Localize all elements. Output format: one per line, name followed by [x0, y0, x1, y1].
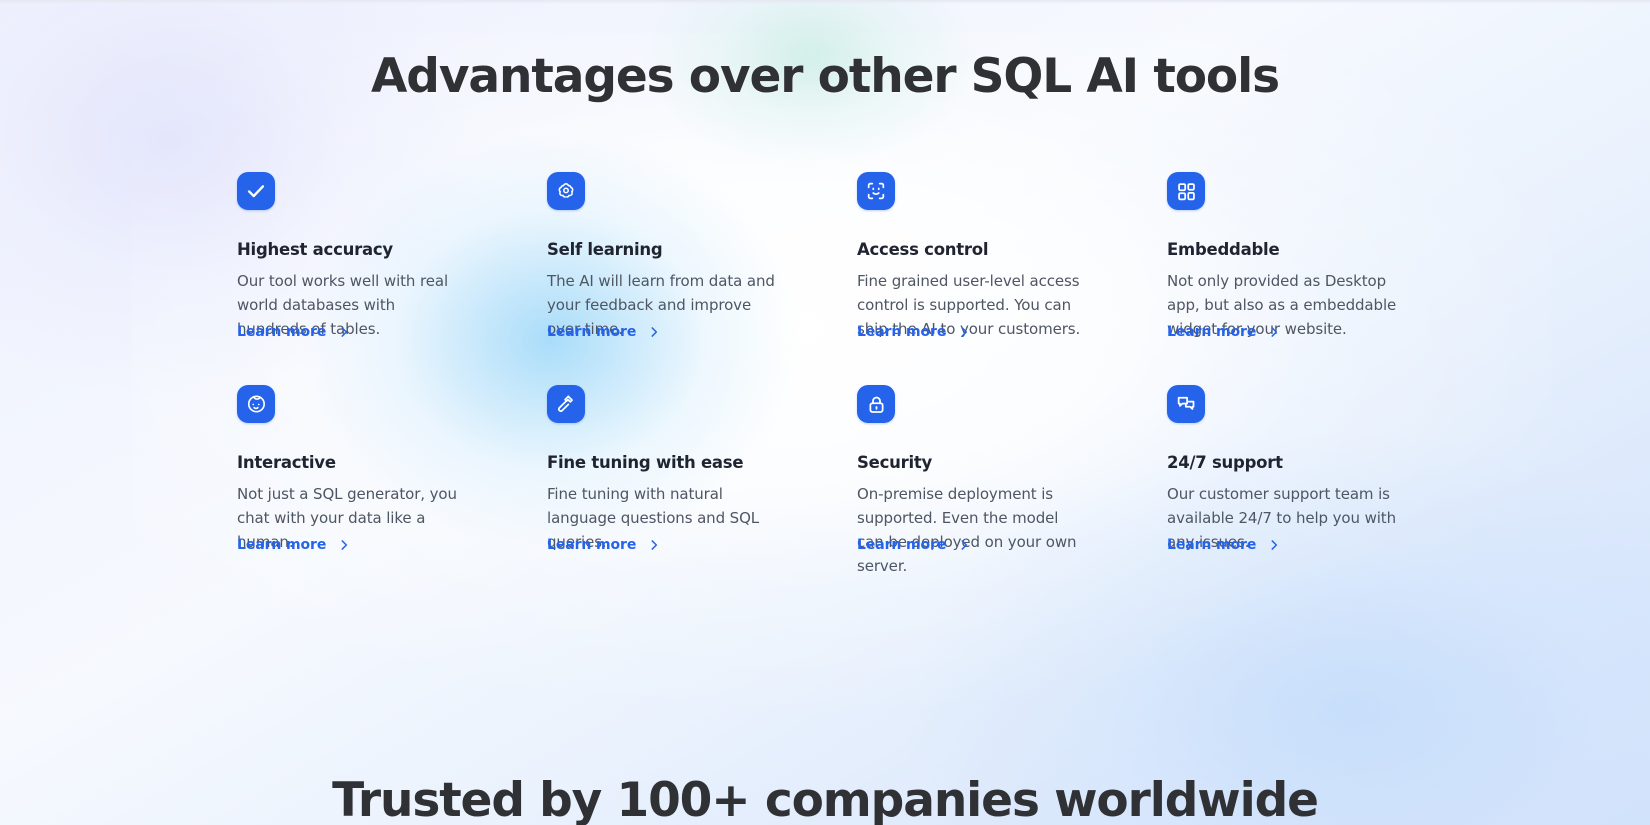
learn-more-label: Learn more — [1167, 324, 1256, 340]
chevron-right-icon — [957, 538, 971, 552]
baby-face-icon — [237, 385, 275, 423]
learn-more-link[interactable]: Learn more — [857, 324, 971, 340]
top-divider — [0, 0, 1650, 4]
chevron-right-icon — [957, 325, 971, 339]
card-description: On-premise deployment is supported. Even… — [857, 482, 1089, 578]
advantage-card-highest-accuracy: Highest accuracy Our tool works well wit… — [237, 172, 487, 341]
advantage-card-security: Security On-premise deployment is suppor… — [857, 385, 1107, 578]
learn-more-label: Learn more — [237, 537, 326, 553]
learn-more-link[interactable]: Learn more — [547, 537, 661, 553]
page-title: Advantages over other SQL AI tools — [0, 46, 1650, 108]
advantage-card-fine-tuning: Fine tuning with ease Fine tuning with n… — [547, 385, 797, 578]
brain-icon — [547, 172, 585, 210]
blocks-icon — [1167, 172, 1205, 210]
advantages-section: Advantages over other SQL AI tools Highe… — [0, 0, 1650, 825]
advantage-card-support: 24/7 support Our customer support team i… — [1167, 385, 1417, 578]
card-title: Highest accuracy — [237, 239, 487, 260]
chevron-right-icon — [1267, 325, 1281, 339]
card-title: 24/7 support — [1167, 452, 1417, 473]
chevron-right-icon — [647, 538, 661, 552]
advantage-card-self-learning: Self learning The AI will learn from dat… — [547, 172, 797, 341]
chevron-right-icon — [647, 325, 661, 339]
next-section-heading-partial: Trusted by 100+ companies worldwide — [0, 770, 1650, 825]
learn-more-link[interactable]: Learn more — [1167, 537, 1281, 553]
chat-bubbles-icon — [1167, 385, 1205, 423]
advantage-card-embeddable: Embeddable Not only provided as Desktop … — [1167, 172, 1417, 341]
card-title: Access control — [857, 239, 1107, 260]
learn-more-link[interactable]: Learn more — [857, 537, 971, 553]
learn-more-label: Learn more — [547, 537, 636, 553]
learn-more-label: Learn more — [237, 324, 326, 340]
card-title: Embeddable — [1167, 239, 1417, 260]
chevron-right-icon — [337, 325, 351, 339]
card-title: Self learning — [547, 239, 797, 260]
learn-more-link[interactable]: Learn more — [237, 324, 351, 340]
advantage-card-access-control: Access control Fine grained user-level a… — [857, 172, 1107, 341]
learn-more-label: Learn more — [1167, 537, 1256, 553]
learn-more-link[interactable]: Learn more — [1167, 324, 1281, 340]
card-title: Interactive — [237, 452, 487, 473]
learn-more-label: Learn more — [857, 537, 946, 553]
scan-face-icon — [857, 172, 895, 210]
chevron-right-icon — [337, 538, 351, 552]
learn-more-link[interactable]: Learn more — [547, 324, 661, 340]
chevron-right-icon — [1267, 538, 1281, 552]
learn-more-label: Learn more — [547, 324, 636, 340]
advantages-grid: Highest accuracy Our tool works well wit… — [237, 172, 1437, 578]
advantage-card-interactive: Interactive Not just a SQL generator, yo… — [237, 385, 487, 578]
card-title: Fine tuning with ease — [547, 452, 797, 473]
card-title: Security — [857, 452, 1107, 473]
check-icon — [237, 172, 275, 210]
learn-more-link[interactable]: Learn more — [237, 537, 351, 553]
learn-more-label: Learn more — [857, 324, 946, 340]
hammer-icon — [547, 385, 585, 423]
lock-icon — [857, 385, 895, 423]
